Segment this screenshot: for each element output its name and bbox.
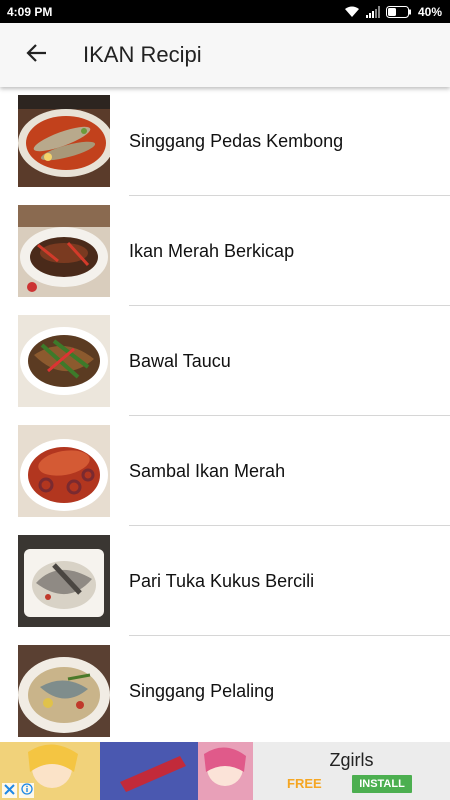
arrow-back-icon [26, 42, 48, 69]
ad-info-button[interactable] [19, 782, 34, 800]
ad-install-button[interactable]: INSTALL [352, 775, 412, 793]
recipe-list: Singgang Pedas Kembong Ikan Merah Berkic… [0, 87, 450, 742]
page-title: IKAN Recipi [83, 42, 202, 67]
recipe-thumbnail [18, 645, 110, 737]
status-bar: 4:09 PM 40% [0, 0, 450, 23]
list-divider [129, 525, 450, 526]
battery-icon [385, 5, 412, 18]
info-icon [20, 782, 33, 800]
app-bar: IKAN Recipi [0, 23, 450, 87]
status-icons: 40% [344, 5, 442, 19]
recipe-thumbnail [18, 315, 110, 407]
recipe-thumbnail [18, 95, 110, 187]
list-divider [129, 195, 450, 196]
recipe-name: Singgang Pedas Kembong [129, 131, 344, 151]
ad-app-title: Zgirls [329, 750, 374, 770]
recipe-list-item[interactable]: Sambal Ikan Merah [0, 417, 450, 527]
status-time: 4:09 PM [7, 4, 53, 19]
recipe-name: Sambal Ikan Merah [129, 461, 286, 481]
signal-icon [365, 5, 380, 18]
list-divider [129, 415, 450, 416]
recipe-thumbnail [18, 425, 110, 517]
recipe-list-item[interactable]: Ikan Merah Berkicap [0, 197, 450, 307]
recipe-list-item[interactable]: Bawal Taucu [0, 307, 450, 417]
recipe-name: Pari Tuka Kukus Bercili [129, 571, 315, 591]
recipe-list-item[interactable]: Pari Tuka Kukus Bercili [0, 527, 450, 637]
ad-price: FREE [287, 776, 322, 791]
recipe-name: Ikan Merah Berkicap [129, 241, 295, 261]
recipe-name: Bawal Taucu [129, 351, 231, 371]
ad-banner[interactable]: Zgirls FREE INSTALL [0, 742, 450, 800]
recipe-thumbnail [18, 535, 110, 627]
list-divider [129, 305, 450, 306]
back-button[interactable] [13, 31, 61, 79]
ad-image[interactable] [0, 742, 253, 800]
ad-close-button[interactable] [2, 783, 17, 798]
recipe-thumbnail [18, 205, 110, 297]
close-icon [4, 782, 15, 800]
list-divider [129, 635, 450, 636]
wifi-icon [344, 6, 360, 18]
battery-level: 40% [417, 4, 442, 19]
recipe-list-item[interactable]: Singgang Pedas Kembong [0, 87, 450, 197]
recipe-list-item[interactable]: Singgang Pelaling [0, 637, 450, 742]
recipe-name: Singgang Pelaling [129, 681, 275, 701]
